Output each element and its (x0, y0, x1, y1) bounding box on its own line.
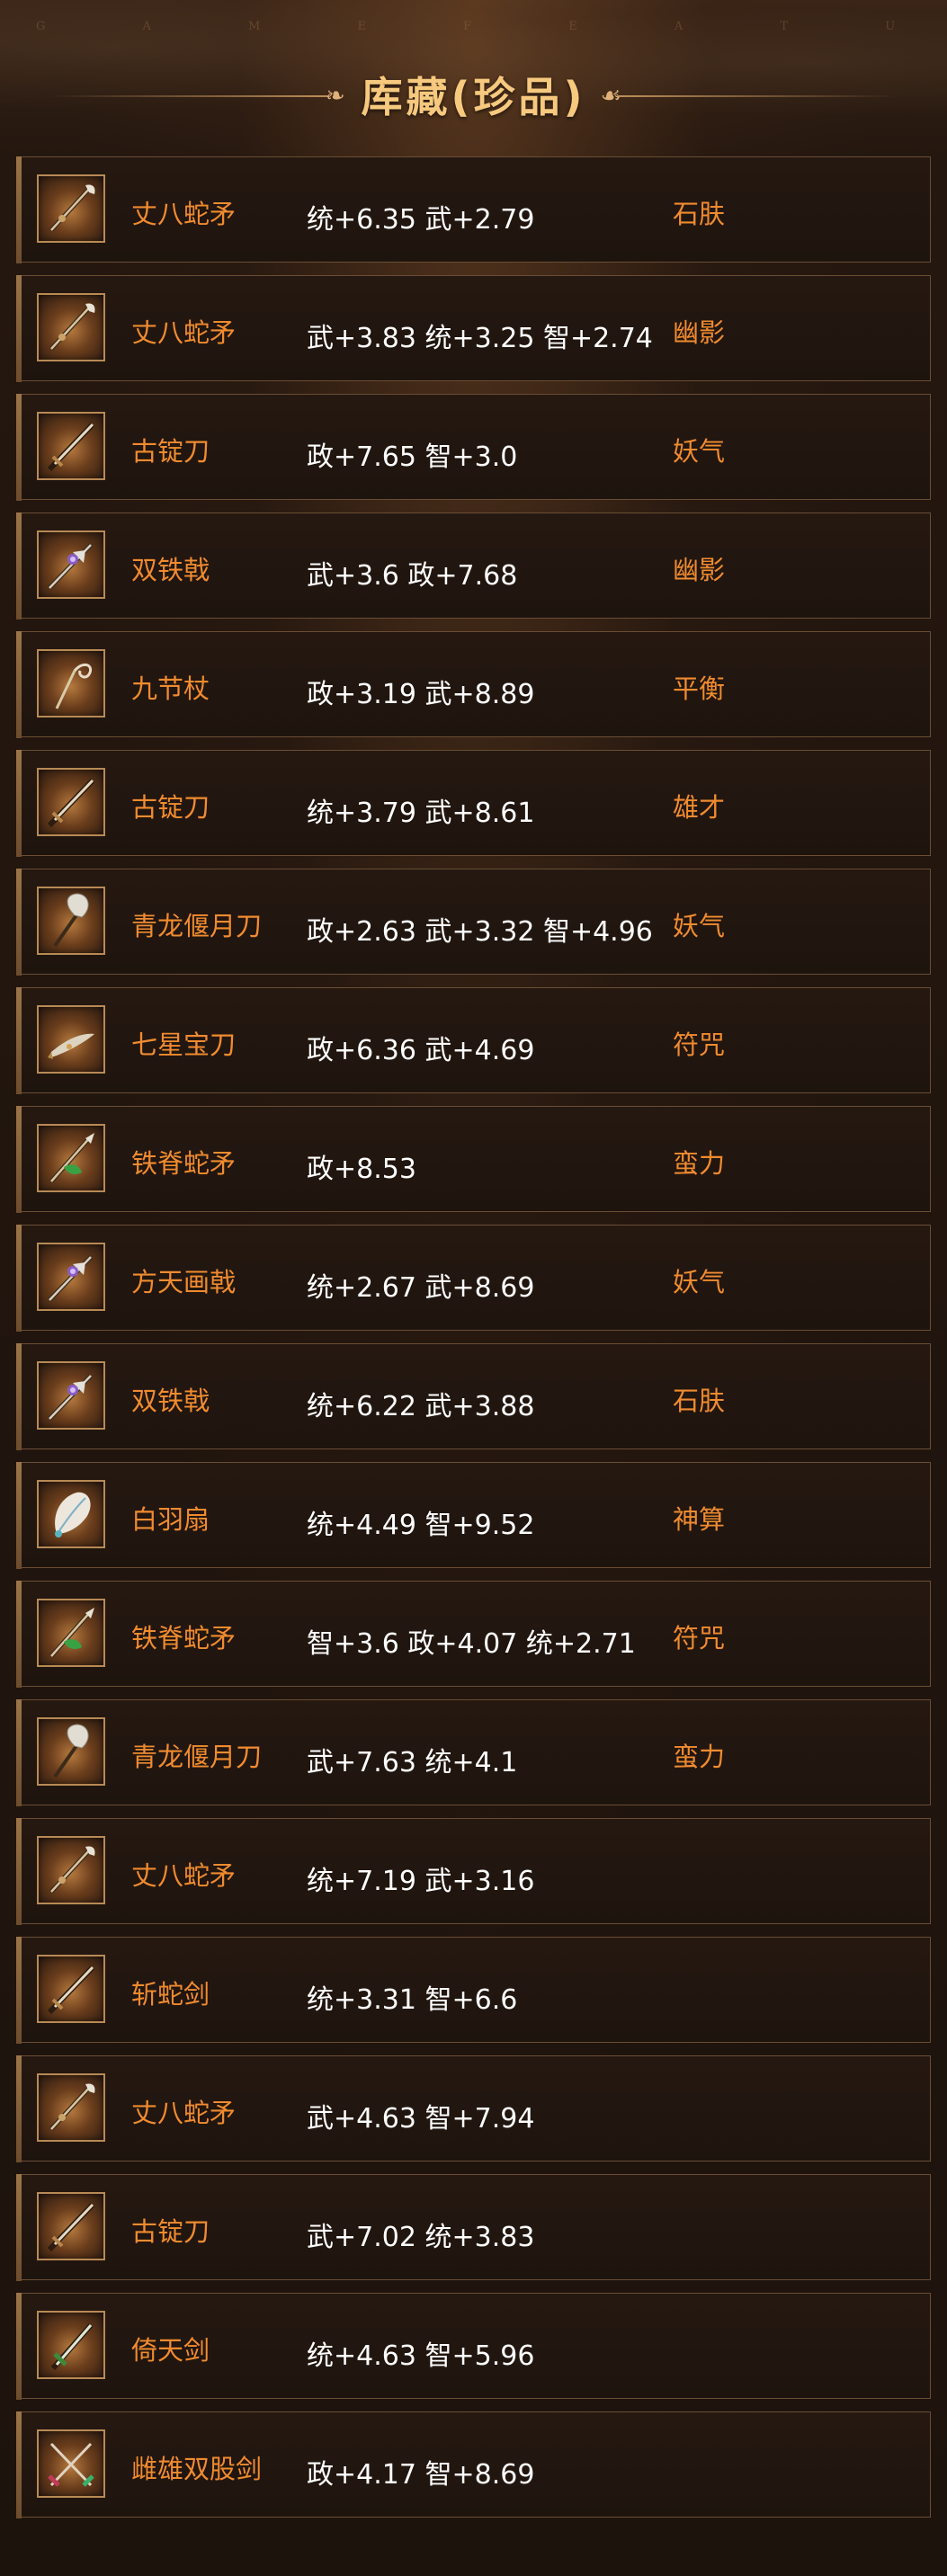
treasure-row[interactable]: 雌雄双股剑 政+4.17 智+8.69 (15, 2411, 931, 2518)
treasure-row[interactable]: 九节杖 政+3.19 武+8.89 平衡 (15, 630, 931, 738)
item-name: 七星宝刀 (131, 1030, 237, 1060)
item-stats: 武+3.83 统+3.25 智+2.74 (307, 323, 653, 354)
treasure-row[interactable]: 双铁戟 统+6.22 武+3.88 石肤 (15, 1342, 931, 1450)
treasure-row[interactable]: 古锭刀 统+3.79 武+8.61 雄才 (15, 749, 931, 857)
item-trait: 妖气 (673, 1267, 726, 1297)
glaive-icon (37, 887, 105, 955)
treasure-row[interactable]: 青龙偃月刀 武+7.63 统+4.1 蛮力 (15, 1698, 931, 1806)
item-stats: 武+7.02 统+3.83 (307, 2222, 535, 2253)
item-trait: 石肤 (673, 1386, 726, 1416)
item-stats: 统+6.22 武+3.88 (307, 1391, 535, 1422)
header: ❧ ☙ 库藏(珍品) (0, 61, 947, 124)
item-name: 倚天剑 (131, 2335, 210, 2366)
item-stats: 政+7.65 智+3.0 (307, 441, 518, 473)
item-name: 铁脊蛇矛 (131, 1623, 237, 1653)
item-name: 方天画戟 (131, 1267, 237, 1297)
item-name: 丈八蛇矛 (131, 317, 237, 348)
item-stats: 统+2.67 武+8.69 (307, 1272, 535, 1304)
item-stats: 武+3.6 政+7.68 (307, 560, 518, 592)
serpent-spear-icon (37, 1599, 105, 1667)
treasure-row[interactable]: 铁脊蛇矛 智+3.6 政+4.07 统+2.71 符咒 (15, 1580, 931, 1688)
spear-icon (37, 174, 105, 243)
treasure-row[interactable]: 白羽扇 统+4.49 智+9.52 神算 (15, 1461, 931, 1569)
item-stats: 统+6.35 武+2.79 (307, 204, 535, 236)
treasure-row[interactable]: 方天画戟 统+2.67 武+8.69 妖气 (15, 1224, 931, 1332)
treasure-row[interactable]: 斩蛇剑 统+3.31 智+6.6 (15, 1936, 931, 2044)
treasure-row[interactable]: 丈八蛇矛 武+3.83 统+3.25 智+2.74 幽影 (15, 274, 931, 382)
item-name: 丈八蛇矛 (131, 2098, 237, 2128)
item-name: 九节杖 (131, 673, 210, 704)
spear-icon (37, 293, 105, 361)
treasure-list: 丈八蛇矛 统+6.35 武+2.79 石肤 丈八蛇矛 武+3.83 统+3.25 智+2… (15, 156, 931, 2530)
item-trait: 幽影 (673, 555, 726, 585)
item-name: 斩蛇剑 (131, 1979, 210, 2010)
sword-icon (37, 412, 105, 480)
item-trait: 神算 (673, 1504, 726, 1535)
feather-fan-icon (37, 1480, 105, 1548)
item-stats: 统+3.79 武+8.61 (307, 798, 535, 829)
treasure-row[interactable]: 丈八蛇矛 武+4.63 智+7.94 (15, 2055, 931, 2162)
spear-icon (37, 1836, 105, 1904)
item-name: 丈八蛇矛 (131, 1860, 237, 1891)
item-name: 双铁戟 (131, 555, 210, 585)
watermark-text: G A M E F E A T U R E S (36, 20, 947, 33)
item-stats: 统+7.19 武+3.16 (307, 1866, 535, 1897)
spear-icon (37, 2073, 105, 2142)
item-trait: 平衡 (673, 673, 726, 704)
halberd-icon (37, 530, 105, 599)
item-stats: 政+3.19 武+8.89 (307, 679, 535, 710)
item-name: 青龙偃月刀 (131, 911, 263, 941)
treasure-row[interactable]: 古锭刀 政+7.65 智+3.0 妖气 (15, 393, 931, 501)
page-title: 库藏(珍品) (361, 73, 586, 121)
item-trait: 雄才 (673, 792, 726, 823)
serpent-spear-icon (37, 1124, 105, 1192)
item-trait: 石肤 (673, 199, 726, 229)
sword-icon (37, 768, 105, 836)
item-name: 白羽扇 (131, 1504, 210, 1535)
item-stats: 统+4.63 智+5.96 (307, 2340, 535, 2372)
item-stats: 政+2.63 武+3.32 智+4.96 (307, 916, 653, 948)
item-name: 丈八蛇矛 (131, 199, 237, 229)
item-stats: 武+4.63 智+7.94 (307, 2103, 535, 2135)
treasure-row[interactable]: 丈八蛇矛 统+7.19 武+3.16 (15, 1817, 931, 1925)
item-name: 铁脊蛇矛 (131, 1148, 237, 1179)
item-trait: 幽影 (673, 317, 726, 348)
twin-swords-icon (37, 2429, 105, 2498)
item-stats: 武+7.63 统+4.1 (307, 1747, 518, 1778)
halberd-icon (37, 1243, 105, 1311)
item-stats: 政+6.36 武+4.69 (307, 1035, 535, 1066)
item-name: 青龙偃月刀 (131, 1742, 263, 1772)
treasure-row[interactable]: 丈八蛇矛 统+6.35 武+2.79 石肤 (15, 156, 931, 263)
item-trait: 妖气 (673, 436, 726, 467)
item-trait: 符咒 (673, 1030, 726, 1060)
treasure-row[interactable]: 七星宝刀 政+6.36 武+4.69 符咒 (15, 986, 931, 1094)
item-stats: 统+4.49 智+9.52 (307, 1510, 535, 1541)
treasure-row[interactable]: 古锭刀 武+7.02 统+3.83 (15, 2173, 931, 2281)
item-stats: 统+3.31 智+6.6 (307, 1984, 518, 2016)
sword-icon (37, 1955, 105, 2023)
item-trait: 符咒 (673, 1623, 726, 1653)
item-name: 古锭刀 (131, 436, 210, 467)
treasure-row[interactable]: 青龙偃月刀 政+2.63 武+3.32 智+4.96 妖气 (15, 868, 931, 976)
item-name: 雌雄双股剑 (131, 2454, 263, 2484)
glaive-icon (37, 1717, 105, 1786)
staff-icon (37, 649, 105, 718)
halberd-icon (37, 1361, 105, 1430)
treasure-row[interactable]: 倚天剑 统+4.63 智+5.96 (15, 2292, 931, 2400)
item-trait: 蛮力 (673, 1148, 726, 1179)
sword-icon (37, 2192, 105, 2260)
item-stats: 政+4.17 智+8.69 (307, 2459, 535, 2491)
item-name: 古锭刀 (131, 792, 210, 823)
item-stats: 政+8.53 (307, 1154, 416, 1185)
item-stats: 智+3.6 政+4.07 统+2.71 (307, 1628, 636, 1660)
treasure-row[interactable]: 铁脊蛇矛 政+8.53 蛮力 (15, 1105, 931, 1213)
green-sword-icon (37, 2311, 105, 2379)
item-trait: 妖气 (673, 911, 726, 941)
treasure-row[interactable]: 双铁戟 武+3.6 政+7.68 幽影 (15, 512, 931, 619)
blade-icon (37, 1005, 105, 1074)
inventory-page: G A M E F E A T U R E S ❧ ☙ 库藏(珍品) 丈八蛇矛统… (0, 0, 947, 2576)
item-name: 古锭刀 (131, 2216, 210, 2247)
item-name: 双铁戟 (131, 1386, 210, 1416)
item-trait: 蛮力 (673, 1742, 726, 1772)
